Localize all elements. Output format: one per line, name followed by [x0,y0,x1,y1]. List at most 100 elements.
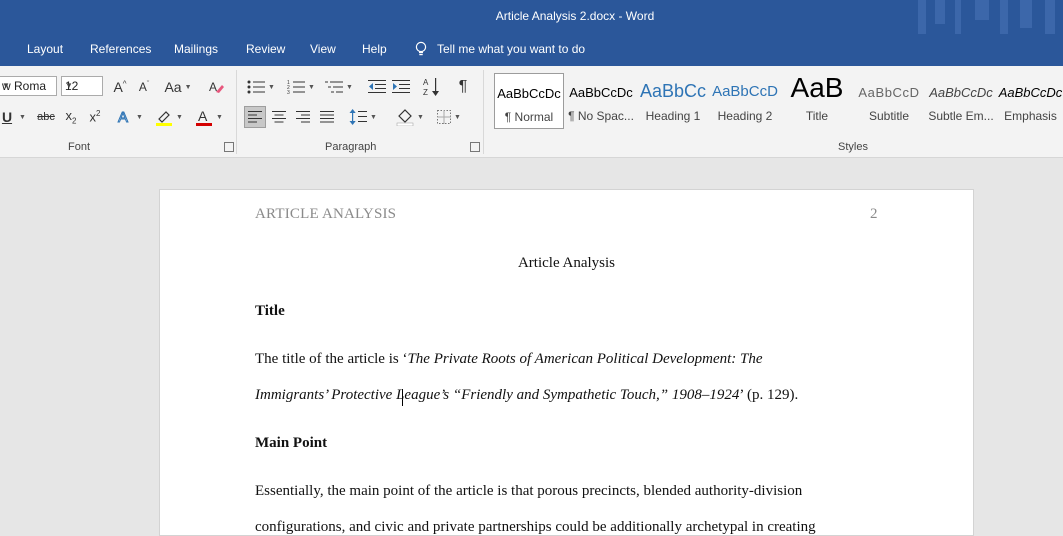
style-subtitle[interactable]: AaBbCcD Subtitle [854,73,924,129]
line-spacing-icon [349,109,368,125]
article-title-text: The Private Roots of American Political … [407,351,763,367]
page-number: 2 [870,206,878,222]
superscript-icon: x2 [89,109,101,125]
document-page[interactable]: ARTICLE ANALYSIS 2 Article Analysis Titl… [159,189,974,536]
highlight-color-button[interactable]: ▼ [152,106,186,128]
style-heading-1[interactable]: AaBbCc Heading 1 [638,73,708,129]
change-case-button[interactable]: Aa ▼ [161,77,195,97]
style-name: Subtitle [868,109,910,123]
chevron-down-icon: ▼ [417,113,424,121]
highlighter-icon [156,111,173,126]
underline-button[interactable]: U [0,106,14,128]
align-left-button[interactable] [244,106,266,128]
paragraph-text: ’ (p. 129). [739,387,799,403]
svg-text:A: A [423,78,429,87]
chevron-down-icon: ▼ [176,113,183,121]
chevron-down-icon: ▼ [370,113,377,121]
tell-me-search[interactable]: Tell me what you want to do [415,41,585,57]
underline-dropdown[interactable]: ▼ [14,106,28,128]
tab-mailings[interactable]: Mailings [174,42,218,56]
underline-icon: U [1,109,13,125]
line-spacing-button[interactable]: ▼ [346,106,380,128]
bullets-icon [247,80,266,94]
align-right-button[interactable] [292,106,314,128]
change-case-icon: Aa [164,79,182,95]
increase-indent-button[interactable] [390,76,412,98]
style-emphasis[interactable]: AaBbCcDc Emphasis [998,73,1063,129]
svg-text:A: A [198,108,208,124]
subscript-icon: x2 [65,108,77,126]
paragraph-text: The title of the article is ‘ [255,351,408,367]
superscript-button[interactable]: x2 [84,106,106,128]
style-name: Heading 1 [645,109,701,123]
style-title[interactable]: AaB Title [782,73,852,129]
font-name-combo[interactable]: w Roma ▼ [0,76,57,96]
chevron-down-icon: ▼ [216,113,223,121]
bullets-button[interactable]: ▼ [244,76,278,98]
section-title: Main Point [255,435,328,451]
paint-bucket-icon [396,109,414,126]
strikethrough-icon: abc [37,111,55,123]
numbering-icon: 1 2 3 [287,80,306,94]
chevron-down-icon: ▼ [19,113,26,121]
style-name: Subtle Em... [928,109,994,123]
sort-button[interactable]: A Z [420,74,444,100]
numbering-button[interactable]: 1 2 3 ▼ [284,76,318,98]
font-dialog-launcher-icon[interactable] [224,142,234,152]
text-effects-button[interactable]: A ▼ [114,106,146,128]
title-bar: Article Analysis 2.docx - Word [0,0,1063,34]
chevron-down-icon: ▼ [65,81,73,90]
svg-text:Z: Z [423,88,428,97]
align-center-icon [272,111,286,123]
styles-group-label: Styles [838,141,868,153]
grow-font-button[interactable]: A^ [109,77,131,97]
paragraph-line: Essentially, the main point of the artic… [255,483,803,499]
svg-text:3: 3 [287,90,290,94]
justify-button[interactable] [316,106,338,128]
text-effects-icon: A [118,109,129,125]
tab-review[interactable]: Review [246,42,285,56]
subscript-button[interactable]: x2 [60,106,82,128]
style-preview: AaBbCcDc [497,86,561,101]
increase-indent-icon [392,80,410,93]
style-preview: AaBbCc [639,81,707,101]
shading-button[interactable]: ▼ [392,106,428,128]
style-subtle-emphasis[interactable]: AaBbCcDc Subtle Em... [926,73,996,129]
style-preview: AaB [790,73,844,103]
clear-formatting-button[interactable]: A [204,77,228,97]
tab-layout[interactable]: Layout [27,42,63,56]
article-title-text: Immigrants’ Protective League’s “Friendl… [255,387,740,403]
multilevel-list-icon [325,81,344,93]
paragraph-line: Immigrants’ Protective League’s “Friendl… [255,387,798,404]
svg-text:A: A [209,80,217,94]
multilevel-list-button[interactable]: ▼ [322,76,356,98]
style-heading-2[interactable]: AaBbCcD Heading 2 [710,73,780,129]
grow-font-icon: A^ [113,79,127,95]
svg-text:A: A [118,109,128,125]
tab-view[interactable]: View [310,42,336,56]
clear-formatting-icon: A [209,80,224,94]
tell-me-text: Tell me what you want to do [437,42,586,56]
paragraph-line: The title of the article is ‘The Private… [255,351,763,368]
justify-icon [320,111,334,123]
show-formatting-button[interactable]: ¶ [452,76,474,98]
text-cursor [402,389,403,406]
style-preview: AaBbCcDc [998,85,1063,100]
font-color-button[interactable]: A ▼ [192,106,226,128]
style-name: Title [805,109,829,123]
sort-icon: A Z [423,78,439,97]
decrease-indent-button[interactable] [366,76,388,98]
paragraph-dialog-launcher-icon[interactable] [470,142,480,152]
font-size-combo[interactable]: 12 ▼ [61,76,103,96]
style-normal[interactable]: AaBbCcDc ¶ Normal [494,73,564,129]
borders-button[interactable]: ▼ [432,106,466,128]
tab-help[interactable]: Help [362,42,387,56]
ribbon: w Roma ▼ 12 ▼ A^ Aˇ Aa ▼ A U ▼ abc x2 x2 … [0,66,1063,158]
shrink-font-button[interactable]: Aˇ [133,77,155,97]
strikethrough-button[interactable]: abc [34,106,58,128]
style-no-spacing[interactable]: AaBbCcDc ¶ No Spac... [566,73,636,129]
tab-references[interactable]: References [90,42,151,56]
shrink-font-icon: Aˇ [138,80,150,94]
align-center-button[interactable] [268,106,290,128]
window-title: Article Analysis 2.docx - Word [495,9,655,23]
